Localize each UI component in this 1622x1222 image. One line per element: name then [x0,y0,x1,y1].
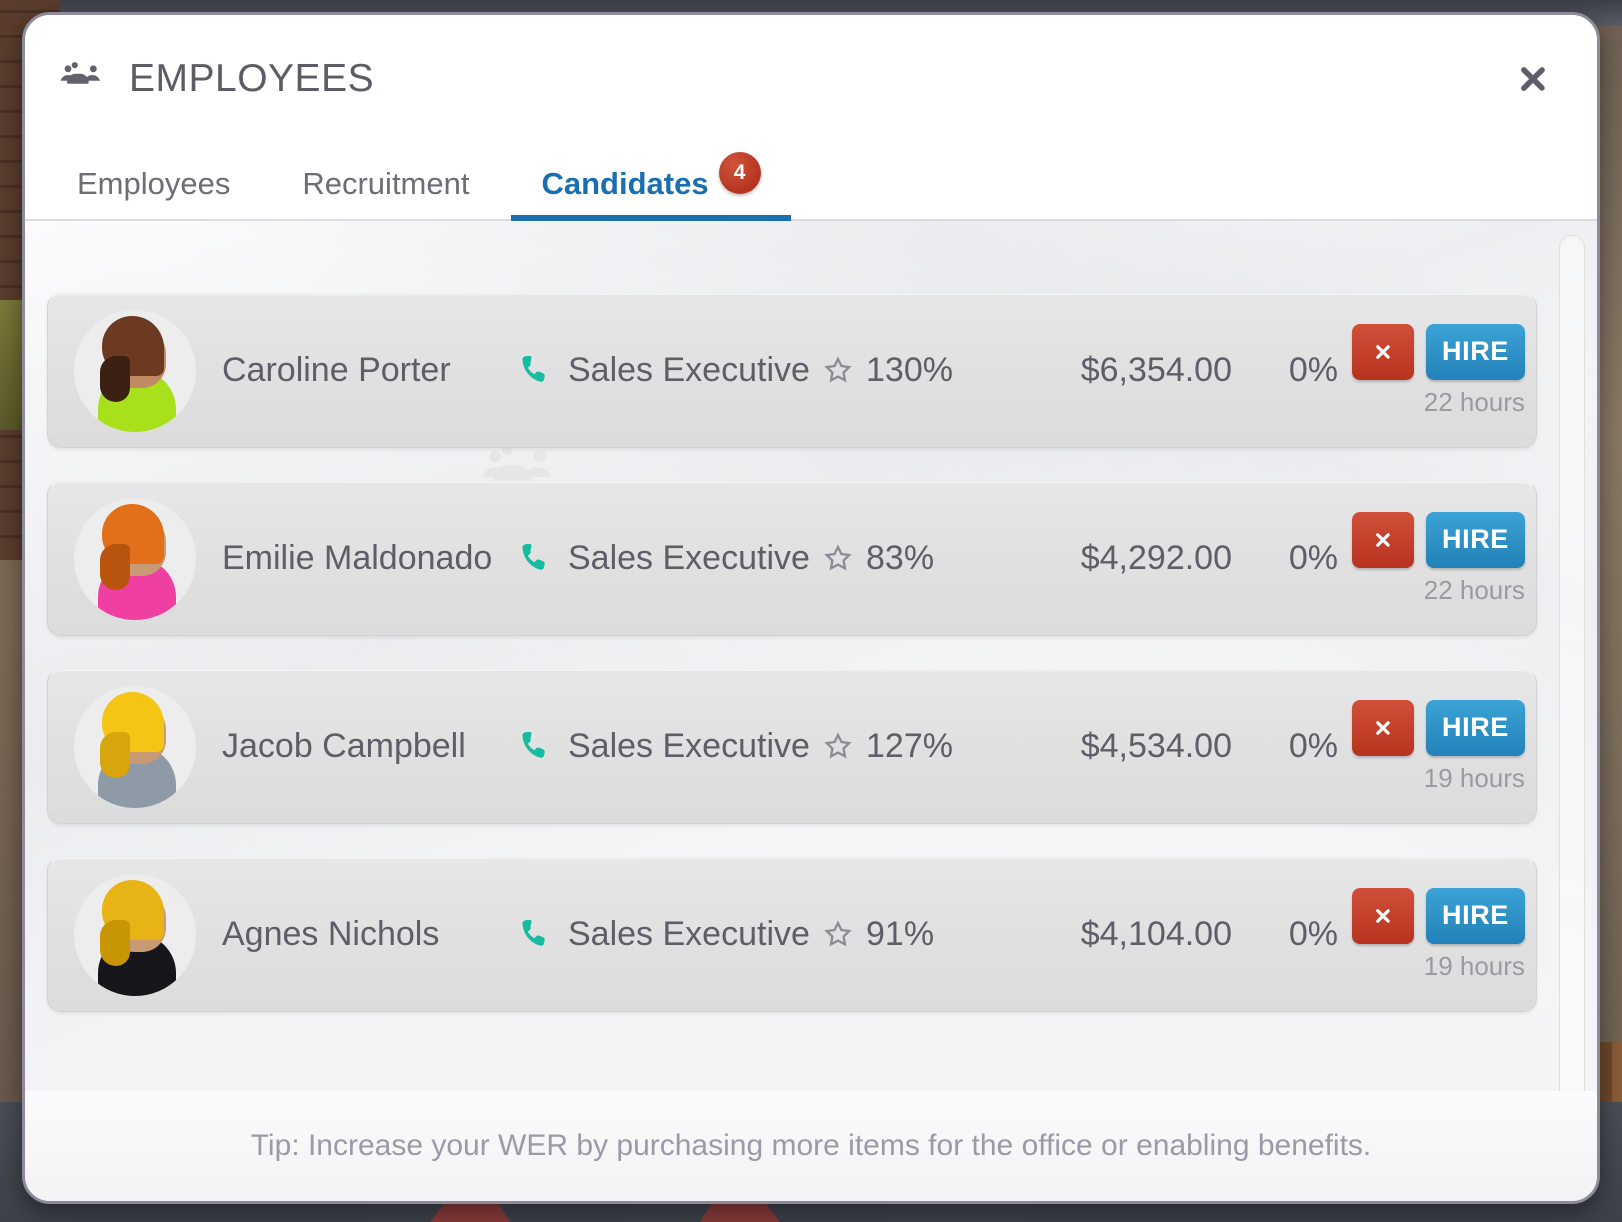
candidate-role-group: Sales Executive [522,915,822,954]
tab-bar: Employees Recruitment Candidates 4 [25,143,1597,221]
candidate-name: Caroline Porter [222,351,451,389]
modal-footer: Tip: Increase your WER by purchasing mor… [25,1091,1597,1201]
tab-recruitment-label: Recruitment [302,166,470,201]
candidate-role-group: Sales Executive [522,727,822,766]
avatar-hair-back [100,355,130,402]
candidate-role: Sales Executive [568,915,810,953]
phone-icon [522,919,552,950]
candidate-row[interactable]: Caroline Porter Sales Executive 130% $6,… [47,293,1537,448]
avatar [74,685,196,808]
candidate-rating-group: 130% [822,351,1022,390]
avatar-hair-back [100,543,130,590]
candidate-actions: HIRE 19 hours [1352,699,1553,794]
modal-header: EMPLOYEES [25,15,1597,143]
candidate-row[interactable]: Emilie Maldonado Sales Executive 83% $4,… [47,481,1537,636]
avatar [74,497,196,620]
candidate-actions: HIRE 22 hours [1352,323,1553,418]
employees-modal: EMPLOYEES Employees Recruitment Candidat… [22,12,1600,1204]
reject-button[interactable] [1352,323,1414,380]
candidate-salary: $4,292.00 [1080,539,1232,577]
avatar [74,309,196,432]
candidate-bonus: 0% [1288,915,1338,953]
candidate-bonus: 0% [1288,351,1338,389]
action-buttons: HIRE [1352,511,1525,568]
candidates-panel: Caroline Porter Sales Executive 130% $6,… [25,221,1597,1091]
candidate-rating-group: 83% [822,539,1022,578]
star-icon [822,919,854,951]
candidate-actions: HIRE 22 hours [1352,511,1553,606]
candidate-rating: 91% [866,915,935,953]
star-icon [822,731,854,763]
star-icon [822,543,854,575]
page-title: EMPLOYEES [129,57,375,100]
reject-button[interactable] [1352,887,1414,944]
footer-tip: Tip: Increase your WER by purchasing mor… [250,1129,1372,1162]
candidate-rating-group: 91% [822,915,1022,954]
tab-candidates-badge: 4 [718,152,761,194]
star-icon [822,355,854,387]
hire-button[interactable]: HIRE [1426,699,1525,756]
avatar-hair-back [100,919,130,966]
phone-icon [522,731,552,762]
candidate-rating: 130% [866,351,953,389]
candidate-actions: HIRE 19 hours [1352,887,1553,982]
candidate-name: Emilie Maldonado [222,539,493,577]
candidate-row[interactable]: Agnes Nichols Sales Executive 91% $4,104… [47,857,1537,1012]
candidate-list: Caroline Porter Sales Executive 130% $6,… [25,221,1597,1091]
tab-employees-label: Employees [77,166,231,201]
action-buttons: HIRE [1352,699,1525,756]
candidate-salary: $4,534.00 [1080,727,1232,765]
hire-button[interactable]: HIRE [1426,323,1525,380]
candidate-timer: 19 hours [1423,762,1525,793]
candidate-salary: $4,104.00 [1080,915,1232,953]
hire-button[interactable]: HIRE [1426,511,1525,568]
candidate-role-group: Sales Executive [522,351,822,390]
candidate-role: Sales Executive [568,351,810,389]
candidate-rating: 83% [866,539,935,577]
reject-button[interactable] [1352,511,1414,568]
phone-icon [522,355,552,386]
tab-candidates[interactable]: Candidates 4 [511,149,791,221]
avatar [74,873,196,996]
candidate-salary: $6,354.00 [1080,351,1232,389]
candidate-rating-group: 127% [822,727,1022,766]
candidate-timer: 22 hours [1423,574,1525,605]
candidate-timer: 19 hours [1423,950,1525,981]
close-icon[interactable] [1507,53,1559,105]
action-buttons: HIRE [1352,887,1525,944]
tab-employees[interactable]: Employees [59,149,260,219]
candidate-row[interactable]: Jacob Campbell Sales Executive 127% $4,5… [47,669,1537,824]
candidate-bonus: 0% [1288,727,1338,765]
candidate-bonus: 0% [1288,539,1338,577]
candidate-name: Agnes Nichols [222,915,440,953]
modal-title-group: EMPLOYEES [59,57,374,101]
scrollbar[interactable] [1559,235,1585,1091]
reject-button[interactable] [1352,699,1414,756]
candidate-role: Sales Executive [568,539,810,577]
people-icon [59,59,111,99]
tab-candidates-label: Candidates [541,166,709,201]
candidate-timer: 22 hours [1423,386,1525,417]
phone-icon [522,543,552,574]
tab-recruitment[interactable]: Recruitment [272,149,499,219]
candidate-role-group: Sales Executive [522,539,822,578]
avatar-hair-back [100,731,130,778]
action-buttons: HIRE [1352,323,1525,380]
candidate-role: Sales Executive [568,727,810,765]
candidate-rating: 127% [866,727,953,765]
candidate-name: Jacob Campbell [222,727,466,765]
hire-button[interactable]: HIRE [1426,887,1525,944]
